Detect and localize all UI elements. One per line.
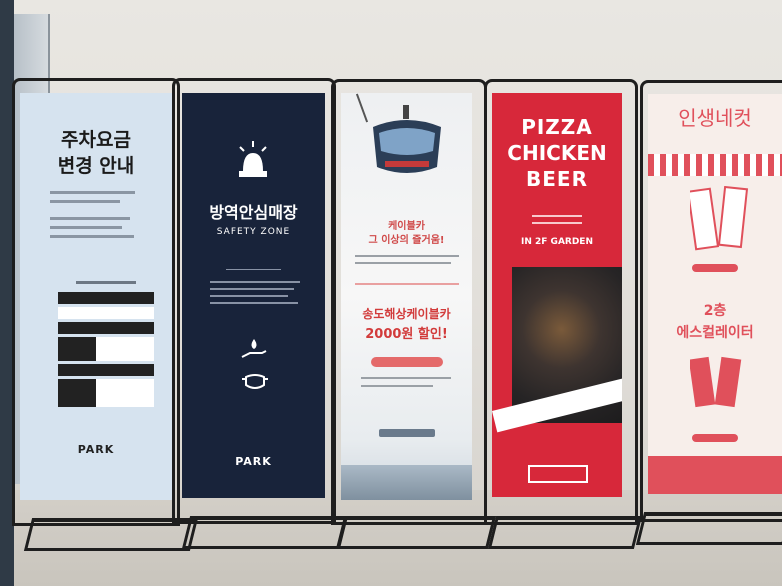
pizza-logo bbox=[528, 465, 588, 483]
parking-fee-table bbox=[58, 281, 154, 407]
cablecar-pill bbox=[371, 357, 443, 367]
safety-title: 방역안심매장 bbox=[209, 203, 298, 222]
safety-text-block bbox=[210, 281, 300, 309]
booth-pill-1 bbox=[692, 264, 738, 272]
safety-logo: PARK bbox=[235, 455, 272, 468]
banner-safety: 방역안심매장 SAFETY ZONE PARK bbox=[182, 93, 325, 498]
cablecar-sponsor-logo bbox=[379, 429, 435, 437]
parking-title-line1: 주차요금 bbox=[61, 129, 131, 151]
banner-parking: 주차요금 변경 안내 PARK bbox=[20, 93, 172, 500]
pizza-line2: CHICKEN bbox=[507, 141, 607, 165]
booth-awning bbox=[648, 154, 782, 176]
safety-divider bbox=[226, 269, 281, 270]
cablecar-promo-line2: 2000원 할인! bbox=[365, 327, 448, 342]
pizza-small-text bbox=[532, 215, 582, 224]
safety-subtitle: SAFETY ZONE bbox=[216, 227, 291, 237]
stand-base-pizza bbox=[487, 516, 643, 549]
cablecar-bridge-photo bbox=[341, 465, 472, 500]
banner-cablecar: 케이블카 그 이상의 즐거움! 송도해상케이블카 2000원 할인! bbox=[341, 93, 472, 500]
mask-icon bbox=[242, 373, 268, 395]
stand-base-booth bbox=[635, 512, 782, 545]
pizza-line1: PIZZA bbox=[521, 115, 593, 139]
banner-photo-booth: 인생네컷 2층 에스컬레이터 bbox=[648, 94, 782, 494]
cablecar-headline1: 케이블카 bbox=[388, 221, 425, 232]
cablecar-desc bbox=[355, 255, 459, 269]
stand-base-safety bbox=[181, 516, 349, 549]
pizza-line3: BEER bbox=[526, 167, 588, 191]
booth-title: 인생네컷 bbox=[678, 106, 752, 130]
pizza-tagline: IN 2F GARDEN bbox=[521, 237, 593, 247]
banner-pizza: PIZZA CHICKEN BEER IN 2F GARDEN bbox=[492, 93, 622, 497]
photo-strip-icon bbox=[686, 185, 750, 256]
booth-escalator: 에스컬레이터 bbox=[676, 325, 754, 341]
booth-floor: 2층 bbox=[703, 303, 727, 319]
stand-base-cablecar bbox=[335, 516, 497, 549]
siren-icon bbox=[236, 141, 270, 181]
booth-bottom-band bbox=[648, 456, 782, 494]
hand-drop-icon bbox=[240, 339, 268, 365]
cablecar-bullets bbox=[361, 377, 451, 387]
cablecar-headline2: 그 이상의 즐거움! bbox=[368, 235, 445, 246]
parking-title-line2: 변경 안내 bbox=[57, 155, 135, 177]
cablecar-divider bbox=[355, 283, 459, 285]
ticket-icon bbox=[688, 356, 742, 414]
parking-text-block bbox=[50, 191, 140, 244]
booth-pill-2 bbox=[692, 434, 738, 442]
cablecar-promo-line1: 송도해상케이블카 bbox=[362, 307, 451, 321]
cable-car-icon bbox=[365, 105, 449, 185]
parking-logo: PARK bbox=[77, 443, 115, 456]
